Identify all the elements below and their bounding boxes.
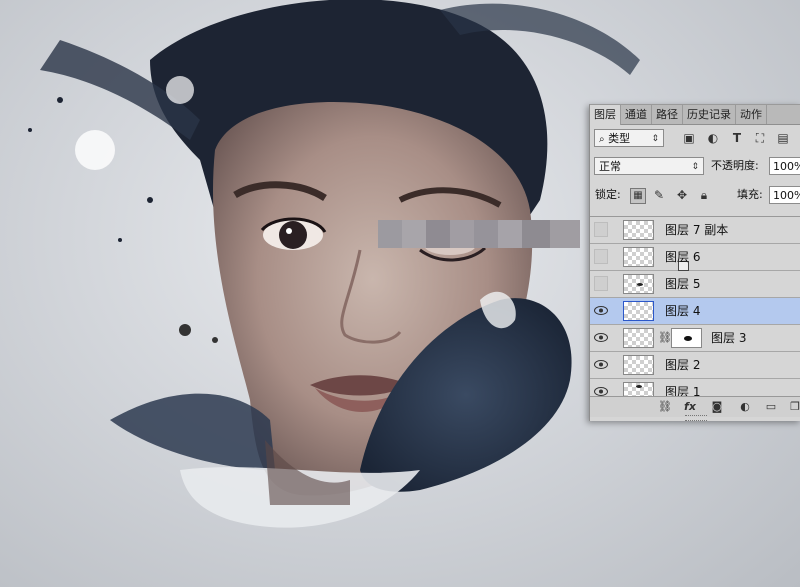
blend-row: 正常 ⇕ 不透明度: 100% bbox=[590, 157, 800, 179]
layer-row[interactable]: 图层 2 bbox=[590, 352, 800, 379]
type-filter-icon[interactable]: T bbox=[730, 131, 744, 145]
panel-tabs: 图层 通道 路径 历史记录 动作 bbox=[590, 105, 800, 125]
fx-icon[interactable]: fx bbox=[683, 400, 697, 414]
blend-mode-select[interactable]: 正常 ⇕ bbox=[594, 157, 704, 175]
new-layer-icon[interactable]: ❐ bbox=[788, 400, 800, 414]
fill-label: 填充: bbox=[737, 188, 763, 201]
tab-channels[interactable]: 通道 bbox=[621, 105, 652, 124]
new-group-icon[interactable]: ▭ bbox=[764, 400, 778, 414]
layer-name[interactable]: 图层 4 bbox=[665, 298, 700, 324]
layer-row[interactable]: 图层 5 bbox=[590, 271, 800, 298]
layer-name[interactable]: 图层 7 副本 bbox=[665, 217, 728, 243]
layer-name[interactable]: 图层 5 bbox=[665, 271, 700, 297]
link-layers-icon[interactable]: ⛓ bbox=[658, 400, 672, 414]
layer-thumbnail bbox=[623, 328, 654, 348]
layer-row[interactable]: 图层 1 bbox=[590, 379, 800, 397]
thumbnail-content-mark bbox=[636, 385, 642, 388]
mask-link-icon[interactable]: ⛓ bbox=[658, 331, 672, 344]
mosaic-block bbox=[450, 220, 474, 248]
layer-row[interactable]: 图层 6 bbox=[590, 244, 800, 271]
layer-thumbnail bbox=[623, 274, 654, 294]
layer-mask-thumbnail[interactable] bbox=[671, 328, 702, 348]
layer-name[interactable]: 图层 3 bbox=[711, 325, 746, 351]
layers-panel: 图层 通道 路径 历史记录 动作 ⌕ 类型 ⇕ ▣ ◐ T ⛶ ▤ 正常 ⇕ 不… bbox=[589, 104, 800, 421]
visibility-toggle[interactable] bbox=[594, 249, 608, 264]
mosaic-block bbox=[550, 220, 580, 248]
lock-image-pixels-icon[interactable]: ✎ bbox=[652, 188, 666, 202]
visibility-toggle[interactable] bbox=[594, 222, 608, 237]
tab-paths[interactable]: 路径 bbox=[652, 105, 683, 124]
layer-thumbnail bbox=[623, 301, 654, 321]
layer-thumbnail bbox=[623, 220, 654, 240]
thumbnail-content-mark bbox=[637, 283, 643, 286]
updown-arrow-icon: ⇕ bbox=[691, 162, 699, 172]
tab-history[interactable]: 历史记录 bbox=[683, 105, 736, 124]
filter-row: ⌕ 类型 ⇕ ▣ ◐ T ⛶ ▤ bbox=[590, 129, 800, 151]
layer-row[interactable]: ⛓ 图层 3 bbox=[590, 325, 800, 352]
fill-input[interactable]: 100% bbox=[769, 186, 800, 204]
lock-transparent-pixels-icon[interactable]: ▦ bbox=[630, 188, 646, 204]
filter-type-label: 类型 bbox=[608, 132, 631, 145]
eye-icon[interactable] bbox=[594, 357, 608, 372]
tab-actions[interactable]: 动作 bbox=[736, 105, 767, 124]
layer-row[interactable]: 图层 7 副本 bbox=[590, 217, 800, 244]
eye-icon[interactable] bbox=[594, 330, 608, 345]
lock-label: 锁定: bbox=[595, 188, 621, 201]
visibility-toggle[interactable] bbox=[594, 276, 608, 291]
layers-list: 图层 7 副本 图层 6 图层 5 图层 4 ⛓ 图层 3 图层 2 图层 1 bbox=[590, 216, 800, 397]
panel-resize-grip[interactable] bbox=[685, 415, 707, 421]
mosaic-block bbox=[378, 220, 402, 248]
opacity-label: 不透明度: bbox=[711, 159, 759, 172]
opacity-input[interactable]: 100% bbox=[769, 157, 800, 175]
layer-thumbnail bbox=[623, 355, 654, 375]
lock-row: 锁定: ▦ ✎ ✥ 🔒︎ 填充: 100% bbox=[590, 186, 800, 208]
mosaic-block bbox=[474, 220, 498, 248]
mosaic-block bbox=[522, 220, 550, 248]
tab-layers[interactable]: 图层 bbox=[590, 105, 621, 125]
smart-object-filter-icon[interactable]: ▤ bbox=[776, 131, 790, 145]
layer-name[interactable]: 图层 1 bbox=[665, 379, 700, 397]
mosaic-block bbox=[402, 220, 426, 248]
lock-all-icon[interactable]: 🔒︎ bbox=[697, 188, 711, 202]
mosaic-block bbox=[426, 220, 450, 248]
layer-filter-select[interactable]: ⌕ 类型 ⇕ bbox=[594, 129, 664, 147]
updown-arrow-icon: ⇕ bbox=[651, 134, 659, 144]
shape-filter-icon[interactable]: ⛶ bbox=[753, 131, 767, 145]
layer-name[interactable]: 图层 6 bbox=[665, 244, 700, 270]
eye-icon[interactable] bbox=[594, 303, 608, 318]
search-icon: ⌕ bbox=[599, 134, 605, 145]
layer-name[interactable]: 图层 2 bbox=[665, 352, 700, 378]
add-mask-icon[interactable]: ◙ bbox=[710, 400, 724, 414]
adjustment-filter-icon[interactable]: ◐ bbox=[706, 131, 720, 145]
layer-thumbnail bbox=[623, 247, 689, 271]
mask-shape bbox=[684, 336, 692, 341]
lock-position-icon[interactable]: ✥ bbox=[675, 188, 689, 202]
blend-mode-value: 正常 bbox=[599, 160, 621, 173]
layer-row-selected[interactable]: 图层 4 bbox=[590, 298, 800, 325]
panel-footer: ⛓ fx ◙ ◐ ▭ ❐ bbox=[590, 396, 800, 417]
image-filter-icon[interactable]: ▣ bbox=[682, 131, 696, 145]
adjustment-layer-icon[interactable]: ◐ bbox=[738, 400, 752, 414]
layer-thumbnail bbox=[623, 382, 654, 397]
mosaic-block bbox=[498, 220, 522, 248]
